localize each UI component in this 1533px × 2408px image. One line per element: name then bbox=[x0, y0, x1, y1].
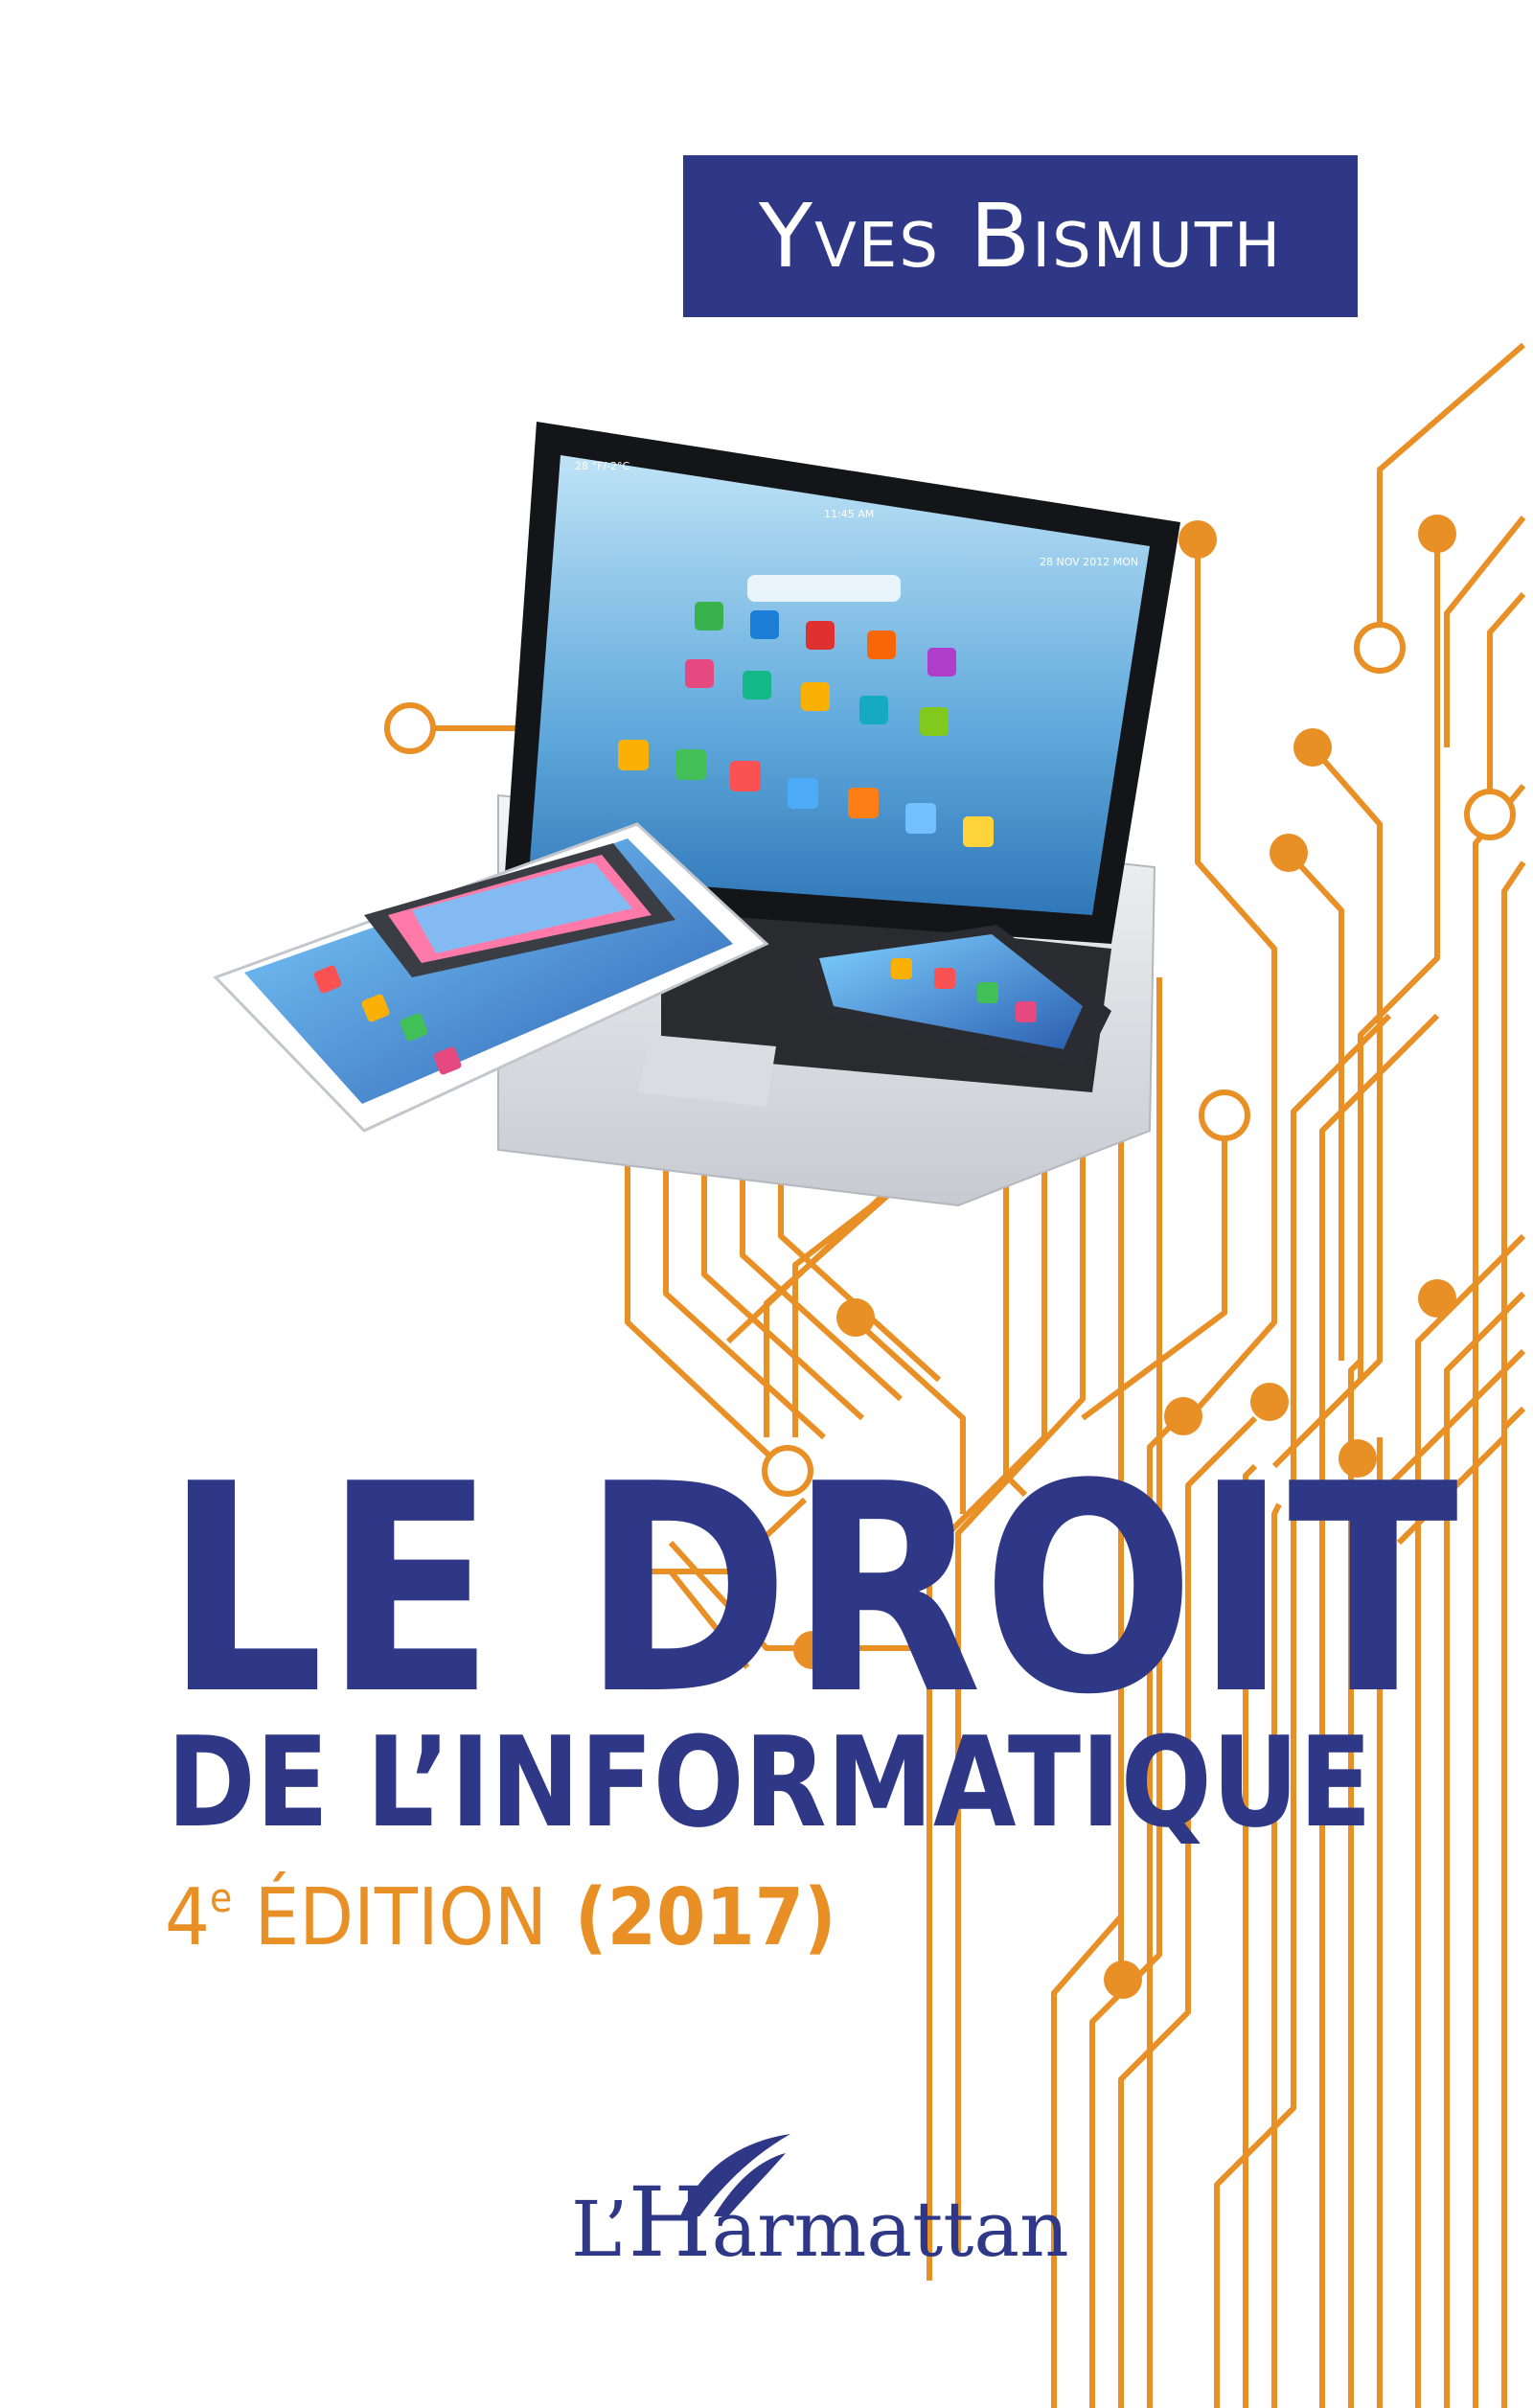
laptop-time-text: 11:45 AM bbox=[824, 508, 874, 520]
publisher-h: H bbox=[628, 2167, 712, 2279]
author-name: Yves Bismuth bbox=[758, 185, 1283, 287]
laptop-status-text: 28 °F/-2°C bbox=[575, 460, 629, 472]
laptop-date-text: 28 NOV 2012 MON bbox=[1040, 556, 1138, 568]
edition-year: (2017) bbox=[574, 1872, 836, 1963]
book-title: LE DROIT bbox=[165, 1423, 1459, 1757]
publisher-rest: armattan bbox=[711, 2185, 1069, 2274]
book-subtitle: DE L’INFORMATIQUE bbox=[167, 1709, 1372, 1855]
edition-superscript: e bbox=[209, 1874, 233, 1921]
devices-illustration: 28 °F/-2°C 11:45 AM 28 NOV 2012 MON bbox=[213, 422, 1180, 1207]
edition-number: 4 bbox=[165, 1872, 210, 1963]
book-cover: 28 °F/-2°C 11:45 AM 28 NOV 2012 MON Yves… bbox=[0, 0, 1533, 2408]
edition-line: 4e ÉDITION (2017) bbox=[165, 1878, 836, 1958]
edition-label: ÉDITION bbox=[232, 1872, 548, 1963]
publisher-prefix: L’ bbox=[571, 2185, 629, 2274]
author-banner: Yves Bismuth bbox=[683, 155, 1358, 317]
publisher-logo: L’Harmattan bbox=[571, 2175, 1069, 2271]
